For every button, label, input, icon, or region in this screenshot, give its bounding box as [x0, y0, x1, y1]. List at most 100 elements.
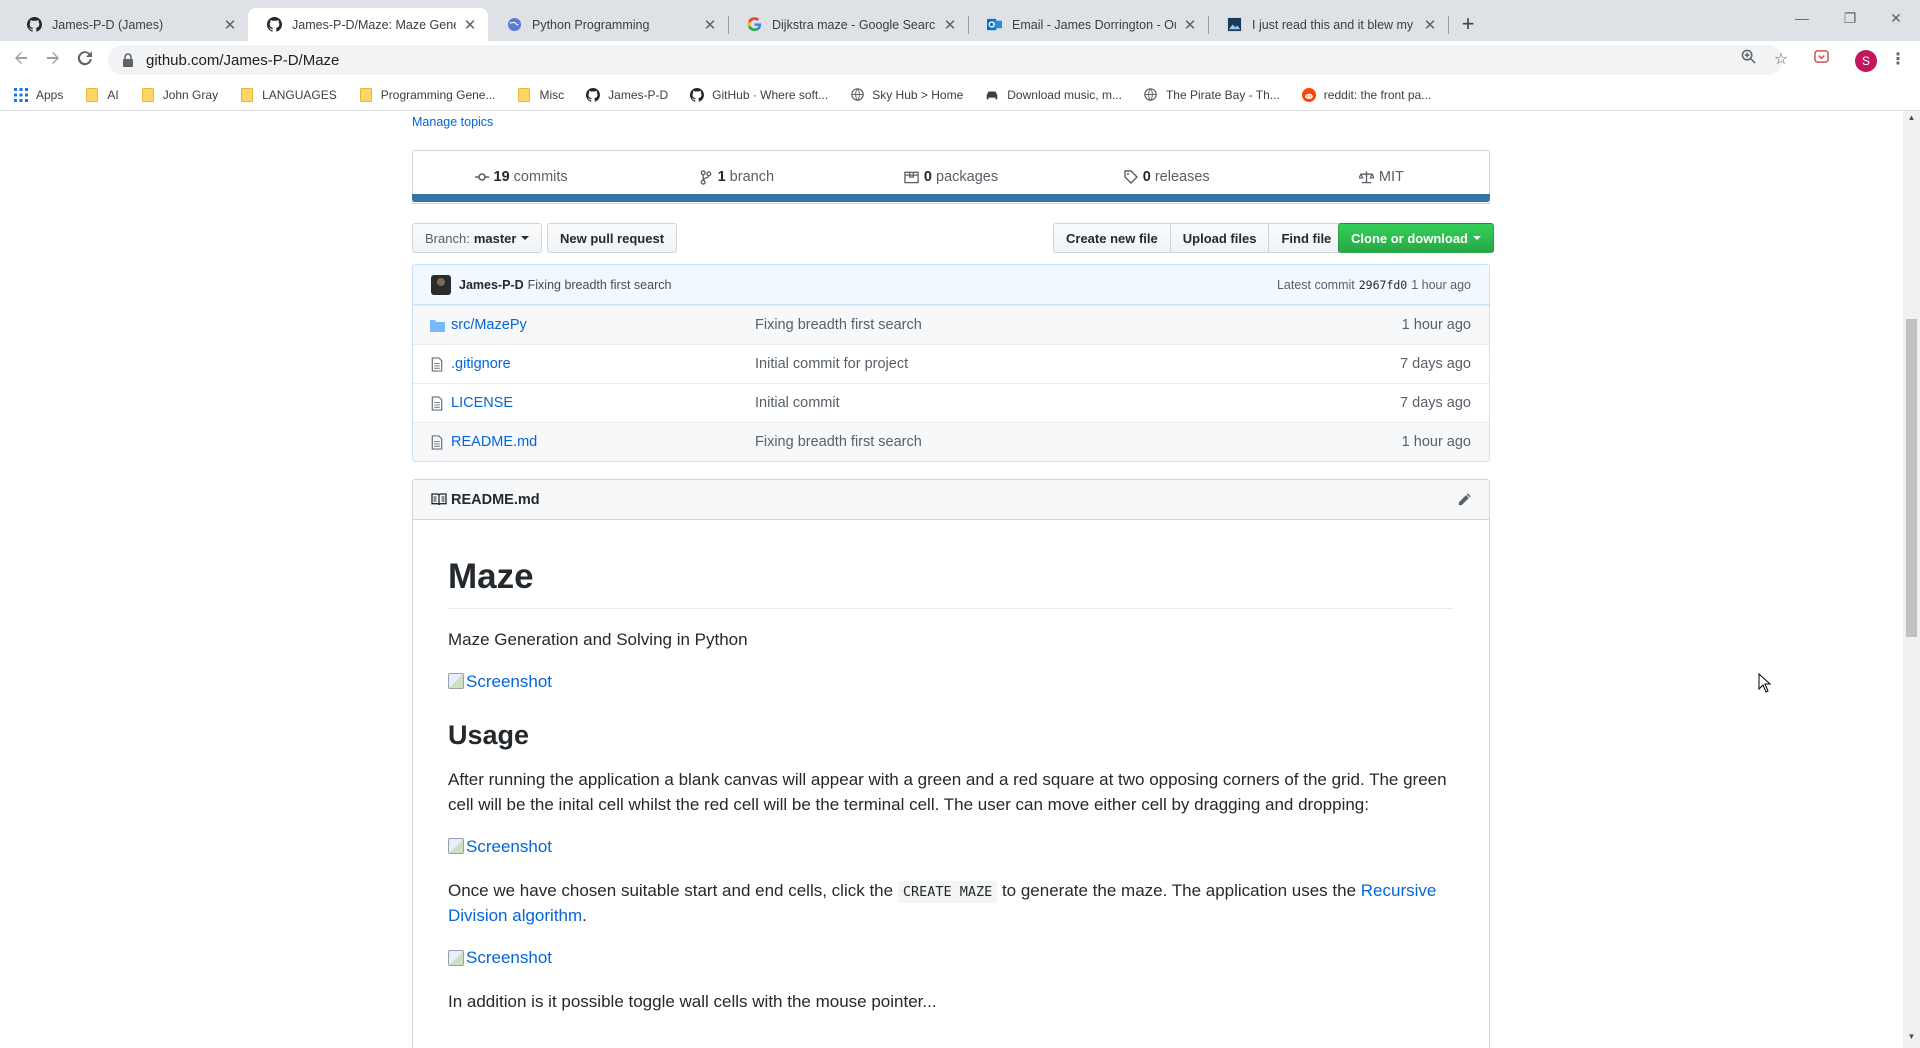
close-icon[interactable]: ✕	[462, 16, 478, 34]
tab-title: James-P-D (James)	[52, 17, 164, 32]
bookmark-reddit[interactable]: reddit: the front pa...	[1301, 87, 1432, 102]
file-name-link[interactable]: README.md	[451, 434, 755, 450]
file-name-link[interactable]: LICENSE	[451, 395, 755, 411]
globe-icon	[850, 88, 864, 102]
scrollbar-thumb[interactable]	[1906, 319, 1917, 637]
bookmark-folder-john-gray[interactable]: John Gray	[141, 87, 218, 102]
github-icon	[26, 17, 42, 33]
language-bar[interactable]	[412, 194, 1490, 202]
commit-icon	[474, 169, 490, 185]
tab-outlook-email[interactable]: Email - James Dorrington - Outlo... ✕	[968, 8, 1208, 41]
create-new-file-button[interactable]: Create new file	[1053, 223, 1171, 253]
bookmark-folder-programming[interactable]: Programming Gene...	[359, 87, 495, 102]
forward-icon[interactable]	[42, 49, 64, 71]
image-alt-text: Screenshot	[466, 671, 552, 691]
bookmark-sky-hub[interactable]: Sky Hub > Home	[850, 88, 963, 102]
file-name-link[interactable]: .gitignore	[451, 356, 755, 372]
screenshot-image-link[interactable]: Screenshot	[448, 945, 552, 971]
usage-heading: Usage	[448, 719, 530, 750]
bookmark-pirate-bay[interactable]: The Pirate Bay - Th...	[1144, 88, 1280, 102]
outlook-icon	[986, 17, 1002, 33]
find-file-button[interactable]: Find file	[1268, 223, 1345, 253]
close-icon[interactable]: ✕	[1182, 16, 1198, 34]
tab-james-p-d[interactable]: James-P-D (James) ✕	[8, 8, 248, 41]
bookmark-download-music[interactable]: Download music, m...	[985, 88, 1122, 102]
bookmark-label: reddit: the front pa...	[1323, 87, 1432, 102]
avatar[interactable]	[431, 274, 451, 295]
file-name-link[interactable]: src/MazePy	[451, 317, 755, 333]
packages-label: packages	[936, 169, 999, 185]
scroll-up-arrow-icon[interactable]: ▲	[1903, 113, 1920, 127]
tab-python-programming[interactable]: Python Programming ✕	[488, 8, 728, 41]
tag-icon	[1123, 169, 1139, 185]
bookmark-label: Apps	[36, 87, 64, 102]
zoom-icon[interactable]	[1737, 49, 1759, 71]
close-icon[interactable]: ✕	[222, 16, 238, 34]
bookmark-folder-languages[interactable]: LANGUAGES	[240, 87, 337, 102]
pocket-extension-icon[interactable]	[1810, 49, 1832, 71]
branch-select-button[interactable]: Branch: master	[412, 223, 543, 253]
bookmark-label: The Pirate Bay - Th...	[1165, 87, 1280, 102]
broken-image-icon	[448, 673, 464, 690]
file-commit-message-link[interactable]: Fixing breadth first search	[755, 317, 1402, 333]
screenshot-image-link[interactable]: Screenshot	[448, 669, 552, 695]
apps-grid-icon	[14, 87, 28, 102]
pencil-icon[interactable]	[1457, 492, 1473, 508]
commit-sha-link[interactable]: 2967fd0	[1359, 278, 1407, 292]
file-commit-message-link[interactable]: Fixing breadth first search	[755, 434, 1402, 450]
page-scrollbar[interactable]: ▲ ▼	[1903, 111, 1920, 1048]
star-icon[interactable]: ☆	[1770, 49, 1792, 71]
profile-avatar[interactable]: S	[1855, 50, 1877, 72]
new-tab-button[interactable]: +	[1455, 12, 1481, 38]
back-icon[interactable]	[10, 49, 32, 71]
tab-image[interactable]: I just read this and it blew my mi... ✕	[1208, 8, 1448, 41]
usage-p2-text-before: Once we have chosen suitable start and e…	[448, 880, 898, 900]
address-bar[interactable]: github.com/James-P-D/Maze	[108, 45, 1783, 75]
bookmark-james-p-d[interactable]: James-P-D	[586, 87, 668, 102]
restore-icon[interactable]: ❐	[1830, 10, 1870, 27]
close-icon[interactable]: ✕	[942, 16, 958, 34]
commit-author-link[interactable]: James-P-D	[459, 278, 524, 292]
reload-icon[interactable]	[74, 49, 96, 71]
branch-name: master	[473, 230, 517, 246]
commit-message-link[interactable]: Fixing breadth first search	[528, 278, 1277, 292]
file-commit-message-link[interactable]: Initial commit for project	[755, 356, 1400, 372]
bookmark-folder-misc[interactable]: Misc	[517, 87, 564, 102]
close-window-icon[interactable]: ✕	[1876, 10, 1916, 27]
file-icon	[429, 434, 445, 450]
branch-prefix: Branch:	[425, 230, 470, 246]
tab-title: Python Programming	[532, 17, 650, 32]
tab-title: I just read this and it blew my mi...	[1252, 17, 1416, 32]
clone-label: Clone or download	[1351, 230, 1468, 246]
file-icon	[429, 395, 445, 411]
upload-files-button[interactable]: Upload files	[1169, 223, 1270, 253]
clone-or-download-button[interactable]: Clone or download	[1338, 223, 1494, 253]
readme-box: README.md Maze Maze Generation and Solvi…	[412, 479, 1490, 1048]
tab-google-search[interactable]: Dijkstra maze - Google Search ✕	[728, 8, 968, 41]
github-icon	[690, 87, 705, 102]
bookmark-label: Download music, m...	[1007, 87, 1122, 102]
new-pull-request-button[interactable]: New pull request	[547, 223, 678, 253]
bookmark-apps[interactable]: Apps	[14, 87, 64, 102]
menu-kebab-icon[interactable]: ⋮	[1887, 49, 1909, 71]
readme-header: README.md	[413, 480, 1489, 520]
manage-topics-link[interactable]: Manage topics	[412, 115, 493, 129]
image-alt-text: Screenshot	[466, 836, 552, 856]
browser-toolbar: github.com/James-P-D/Maze ☆ S ⋮	[0, 41, 1920, 79]
car-icon	[985, 88, 999, 102]
folder-icon	[240, 87, 254, 102]
folder-icon	[359, 87, 373, 102]
github-repo-page: Manage topics 19 commits 1 branch 0 pack…	[0, 111, 1903, 1048]
package-icon	[904, 169, 920, 185]
releases-label: releases	[1154, 169, 1210, 185]
tab-maze-repo[interactable]: James-P-D/Maze: Maze Generati... ✕	[248, 8, 488, 41]
minimize-icon[interactable]: —	[1782, 10, 1822, 26]
bookmark-folder-ai[interactable]: AI	[85, 87, 119, 102]
close-icon[interactable]: ✕	[1422, 16, 1438, 34]
bookmark-github[interactable]: GitHub · Where soft...	[690, 87, 829, 102]
close-icon[interactable]: ✕	[702, 16, 718, 34]
bookmark-label: GitHub · Where soft...	[712, 87, 829, 102]
scroll-down-arrow-icon[interactable]: ▼	[1903, 1032, 1920, 1046]
screenshot-image-link[interactable]: Screenshot	[448, 834, 552, 860]
file-commit-message-link[interactable]: Initial commit	[755, 395, 1400, 411]
